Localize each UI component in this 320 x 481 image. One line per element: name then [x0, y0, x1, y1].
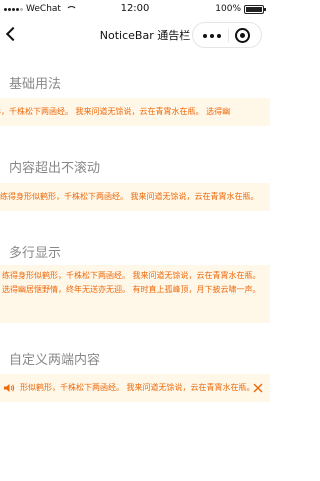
section-title-overflow: 内容超出不滚动: [9, 161, 101, 176]
close-miniprogram-icon[interactable]: [235, 28, 250, 43]
more-icon[interactable]: [203, 34, 221, 38]
section-title-custom: 自定义两端内容: [9, 353, 101, 368]
notice-bar-custom[interactable]: 形似鹤形，千株松下两函经。 我来问道无馀说，云在青霄水在瓶。: [0, 374, 270, 402]
navigation-bar: NoticeBar 通告栏: [0, 18, 270, 52]
notice-bar-text: 练得身形似鹤形，千株松下两函经。 我来问道无馀说，云在青霄水在瓶。 选得幽居惬野…: [2, 271, 261, 294]
menu-capsule: [192, 22, 262, 48]
capsule-divider: [228, 29, 229, 42]
section-title-multiline: 多行显示: [9, 246, 62, 261]
notice-bar-text: 鹤形，千株松下两函经。 我来问道无馀说，云在青霄水在瓶。 选得幽: [0, 107, 231, 116]
battery-info: 100%: [215, 4, 266, 14]
notice-bar-multiline[interactable]: 练得身形似鹤形，千株松下两函经。 我来问道无馀说，云在青霄水在瓶。 选得幽居惬野…: [0, 265, 270, 323]
volume-icon: [4, 384, 15, 392]
status-bar: WeChat 12:00 100%: [0, 0, 270, 18]
battery-icon: [244, 4, 266, 14]
close-icon[interactable]: [252, 381, 264, 395]
notice-bar-basic[interactable]: 鹤形，千株松下两函经。 我来问道无馀说，云在青霄水在瓶。 选得幽: [0, 98, 270, 126]
notice-bar-text: 练得身形似鹤形，千株松下两函经。 我来问道无馀说，云在青霄水在瓶。: [0, 192, 259, 201]
section-title-basic: 基础用法: [9, 77, 62, 92]
battery-label: 100%: [215, 4, 241, 14]
notice-bar-no-scroll[interactable]: 练得身形似鹤形，千株松下两函经。 我来问道无馀说，云在青霄水在瓶。: [0, 183, 270, 211]
notice-bar-text: 形似鹤形，千株松下两函经。 我来问道无馀说，云在青霄水在瓶。: [20, 383, 250, 392]
